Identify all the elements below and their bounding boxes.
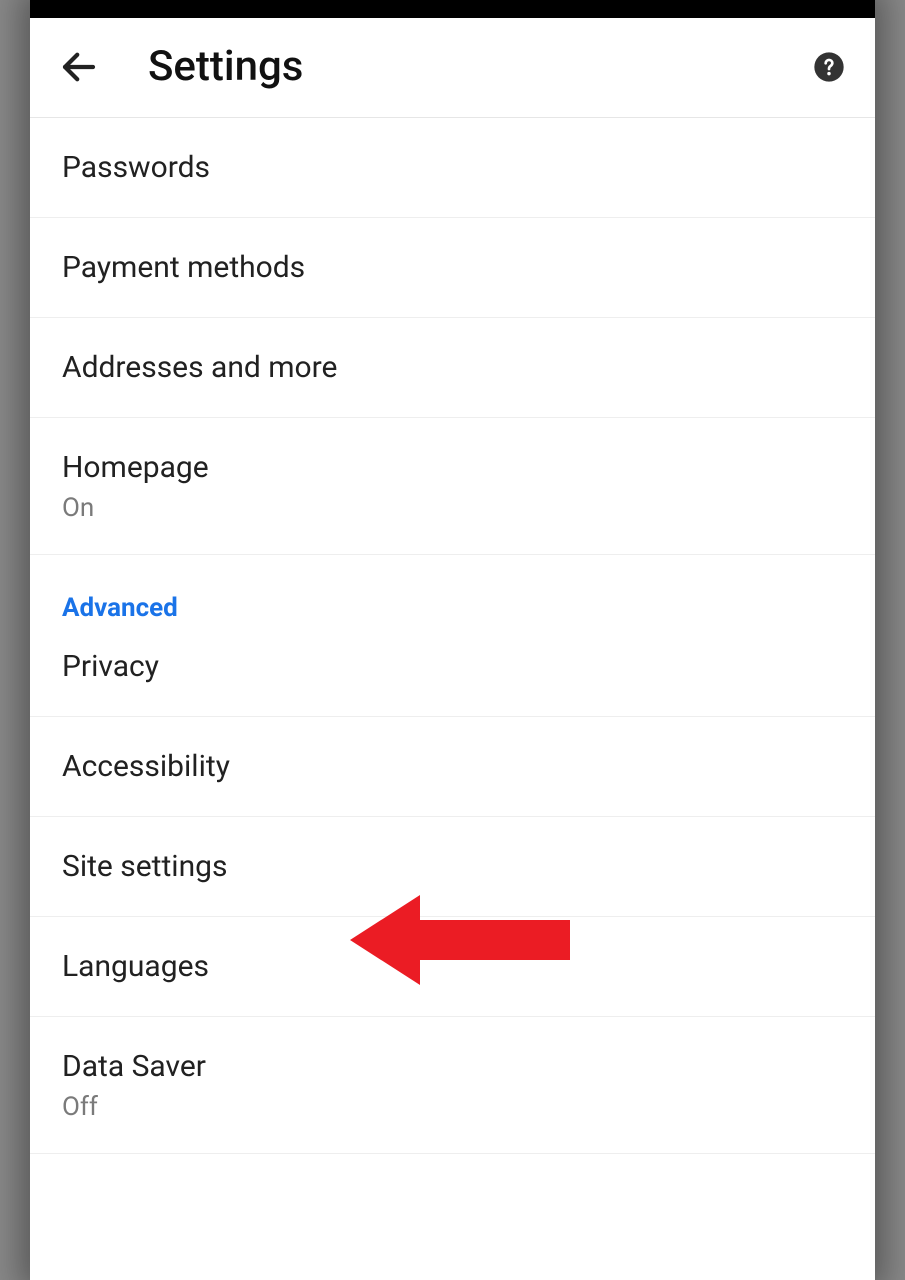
settings-item-languages[interactable]: Languages [30,917,875,1017]
settings-item-accessibility[interactable]: Accessibility [30,717,875,817]
settings-item-payment-methods[interactable]: Payment methods [30,218,875,318]
list-item-label: Addresses and more [62,348,843,387]
help-icon [813,51,845,83]
back-button[interactable] [58,43,106,91]
settings-item-addresses[interactable]: Addresses and more [30,318,875,418]
help-button[interactable] [811,49,847,85]
list-item-label: Privacy [62,647,843,686]
settings-item-homepage[interactable]: Homepage On [30,418,875,555]
section-header-advanced: Advanced [30,555,875,637]
settings-item-data-saver[interactable]: Data Saver Off [30,1017,875,1154]
list-item-label: Site settings [62,847,843,886]
list-item-label: Data Saver [62,1047,843,1086]
arrow-back-icon [58,46,100,88]
list-item-label: Homepage [62,448,843,487]
list-item-label: Passwords [62,148,843,187]
list-item-sublabel: Off [62,1092,843,1123]
status-bar [30,0,875,18]
settings-item-passwords[interactable]: Passwords [30,118,875,218]
list-item-label: Accessibility [62,747,843,786]
list-item-sublabel: On [62,493,843,524]
settings-item-site-settings[interactable]: Site settings [30,817,875,917]
list-item-label: Languages [62,947,843,986]
settings-list: Passwords Payment methods Addresses and … [30,118,875,1154]
page-title: Settings [148,42,811,91]
settings-item-privacy[interactable]: Privacy [30,637,875,717]
list-item-label: Payment methods [62,248,843,287]
app-bar: Settings [30,18,875,118]
